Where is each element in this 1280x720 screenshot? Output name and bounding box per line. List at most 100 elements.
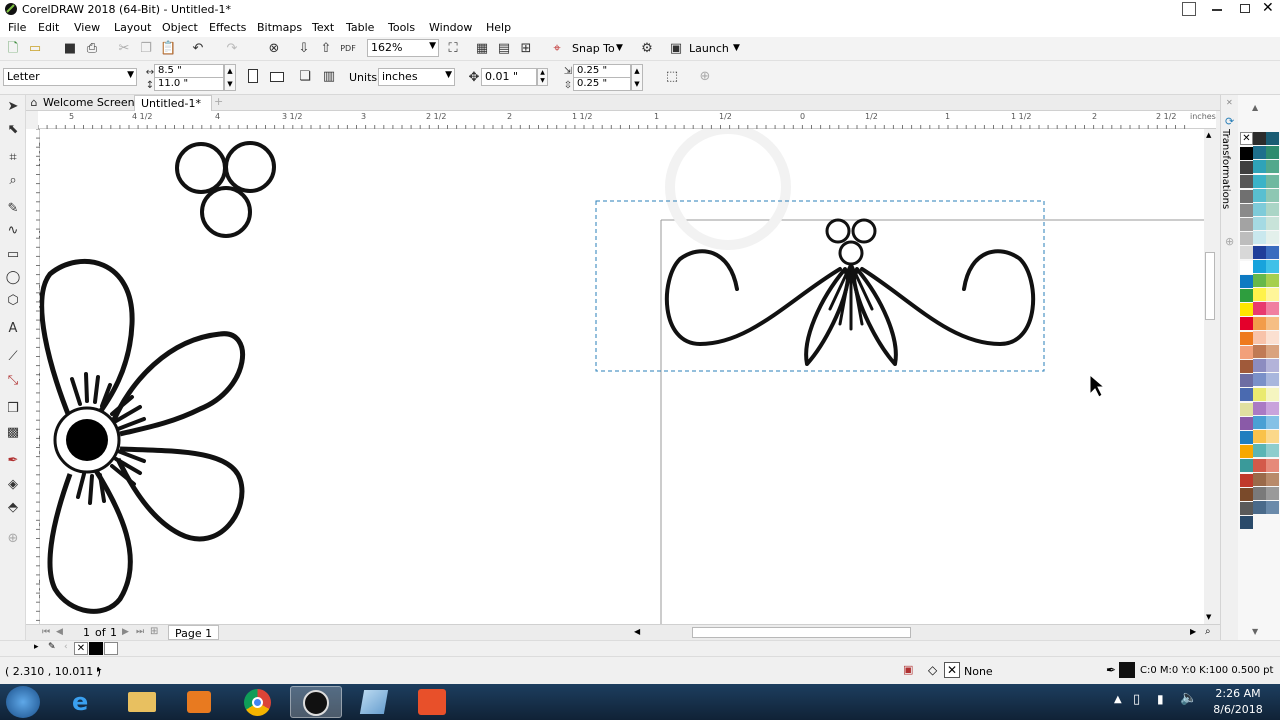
palette-swatch[interactable] [1253, 288, 1266, 302]
import-icon[interactable]: ⇩ [296, 41, 312, 57]
new-tab-icon[interactable]: + [214, 95, 223, 108]
outline-color-swatch[interactable] [1119, 662, 1135, 678]
scroll-right-icon[interactable]: ▶ [1190, 627, 1196, 636]
scroll-left-icon[interactable]: ◀ [634, 627, 640, 636]
snap-to-button[interactable]: Snap To [572, 42, 615, 55]
duplicate-spinner[interactable]: ▲ ▼ [631, 64, 643, 91]
scroll-down-icon[interactable]: ▼ [1206, 613, 1211, 621]
palette-swatch[interactable] [1266, 416, 1279, 429]
restore-icon[interactable] [1240, 4, 1250, 13]
add-icon[interactable]: ⊕ [697, 69, 713, 85]
fill-icon[interactable]: ◇ [928, 663, 937, 677]
palette-swatch[interactable] [1253, 430, 1266, 444]
palette-swatch[interactable] [1266, 401, 1279, 415]
palette-swatch[interactable] [1240, 246, 1253, 260]
nudge-spinner[interactable]: ▲ ▼ [537, 68, 548, 86]
close-icon[interactable]: ✕ [1262, 0, 1274, 16]
eyedropper-icon[interactable]: ✒ [5, 453, 21, 469]
prev-page-icon[interactable]: ◀ [56, 627, 63, 637]
landscape-icon[interactable] [270, 72, 284, 82]
palette-swatch[interactable] [1266, 458, 1279, 472]
palette-swatch[interactable] [1253, 359, 1266, 373]
add-docker-icon[interactable]: ⊕ [1225, 235, 1234, 248]
palette-swatch[interactable] [1240, 459, 1253, 473]
palette-swatch[interactable] [1240, 416, 1253, 430]
zoom-tool-icon[interactable]: ⌕ [5, 173, 21, 189]
menu-window[interactable]: Window [429, 21, 472, 34]
taskbar-media-icon[interactable] [174, 686, 226, 718]
palette-swatch[interactable] [1240, 402, 1253, 416]
options-gear-icon[interactable]: ⚙ [639, 41, 655, 57]
palette-swatch[interactable] [1253, 501, 1266, 515]
cut-icon[interactable]: ✂ [116, 41, 132, 57]
page-height-field[interactable]: 11.0 " [154, 77, 224, 91]
menu-text[interactable]: Text [312, 21, 334, 34]
duplicate-x-field[interactable]: 0.25 " [573, 64, 631, 78]
three-circles-shape[interactable] [175, 141, 276, 238]
menu-edit[interactable]: Edit [38, 21, 59, 34]
shape-tool-icon[interactable]: ⬉ [5, 122, 21, 138]
full-screen-icon[interactable]: ⛶ [445, 41, 461, 57]
palette-swatch[interactable] [1240, 360, 1253, 373]
palette-swatch[interactable] [1266, 501, 1279, 515]
taskbar-notepad-icon[interactable] [348, 686, 400, 718]
menu-bitmaps[interactable]: Bitmaps [257, 21, 302, 34]
palette-swatch[interactable] [1266, 330, 1279, 344]
all-pages-icon[interactable]: ❏ [297, 69, 313, 85]
treat-as-filled-icon[interactable]: ⬚ [664, 69, 680, 85]
vertical-scroll-thumb[interactable] [1205, 252, 1215, 320]
tray-volume-icon[interactable]: 🔈 [1180, 690, 1197, 706]
show-rulers-icon[interactable]: ▦ [474, 41, 490, 57]
palette-scroll-up-icon[interactable]: ▲ [1252, 103, 1258, 112]
drawing-canvas[interactable] [40, 129, 1204, 624]
launch-icon[interactable]: ▣ [668, 41, 684, 57]
add-tool-icon[interactable]: ⊕ [5, 531, 21, 547]
show-grid-icon[interactable]: ▤ [496, 41, 512, 57]
palette-swatch[interactable] [1266, 203, 1279, 216]
palette-swatch[interactable] [1253, 259, 1266, 273]
palette-swatch[interactable] [1253, 373, 1266, 387]
parallel-dimension-icon[interactable]: ⟋ [5, 349, 21, 365]
flower-shape[interactable] [40, 258, 245, 614]
palette-eyedropper-icon[interactable]: ✎ [48, 642, 56, 652]
smart-fill-icon[interactable]: ⬘ [5, 500, 21, 516]
palette-swatch[interactable] [1266, 188, 1279, 202]
palette-swatch[interactable] [1253, 416, 1266, 429]
palette-swatch[interactable] [1240, 303, 1253, 317]
palette-swatch[interactable] [1266, 259, 1279, 273]
palette-swatch[interactable] [1266, 217, 1279, 231]
palette-swatch[interactable] [1240, 445, 1253, 459]
freehand-tool-icon[interactable]: ✎ [5, 201, 21, 217]
connector-tool-icon[interactable]: ⤡ [5, 373, 21, 389]
outline-pen-icon[interactable]: ✒ [1106, 663, 1116, 677]
color-proof-icon[interactable]: ▣ [903, 663, 913, 676]
palette-scroll-down-icon[interactable]: ▼ [1252, 627, 1258, 636]
palette-swatch[interactable] [1266, 345, 1279, 358]
paste-icon[interactable]: 📋 [160, 41, 176, 57]
redo-icon[interactable]: ↷ [224, 41, 240, 57]
publish-pdf-icon[interactable]: PDF [340, 41, 356, 57]
artistic-media-icon[interactable]: ∿ [5, 223, 21, 239]
clock-date[interactable]: 8/6/2018 [1213, 703, 1263, 716]
palette-swatch[interactable] [1240, 331, 1253, 345]
search-content-icon[interactable]: ⊗ [266, 41, 282, 57]
palette-swatch[interactable] [1253, 444, 1266, 458]
next-page-icon[interactable]: ▶ [122, 627, 129, 637]
drop-shadow-icon[interactable]: ❒ [5, 401, 21, 417]
palette-swatch[interactable] [1253, 146, 1266, 160]
palette-swatch[interactable] [1240, 203, 1253, 217]
ellipse-tool-icon[interactable]: ◯ [5, 270, 21, 286]
palette-swatch[interactable] [1240, 345, 1253, 359]
palette-swatch[interactable] [1240, 317, 1253, 331]
palette-swatch[interactable] [1253, 203, 1266, 216]
launch-button[interactable]: Launch [689, 42, 729, 55]
taskbar-chrome-icon[interactable] [232, 686, 284, 718]
palette-swatch[interactable] [1266, 174, 1279, 188]
doc-black-swatch[interactable] [89, 642, 103, 655]
snap-to-icon[interactable]: ⌖ [549, 41, 565, 57]
palette-swatch[interactable] [1240, 189, 1253, 203]
palette-swatch[interactable] [1266, 472, 1279, 486]
transformations-icon[interactable]: ⟳ [1225, 115, 1234, 128]
minimize-icon[interactable] [1212, 9, 1222, 11]
palette-swatch[interactable] [1253, 487, 1266, 500]
